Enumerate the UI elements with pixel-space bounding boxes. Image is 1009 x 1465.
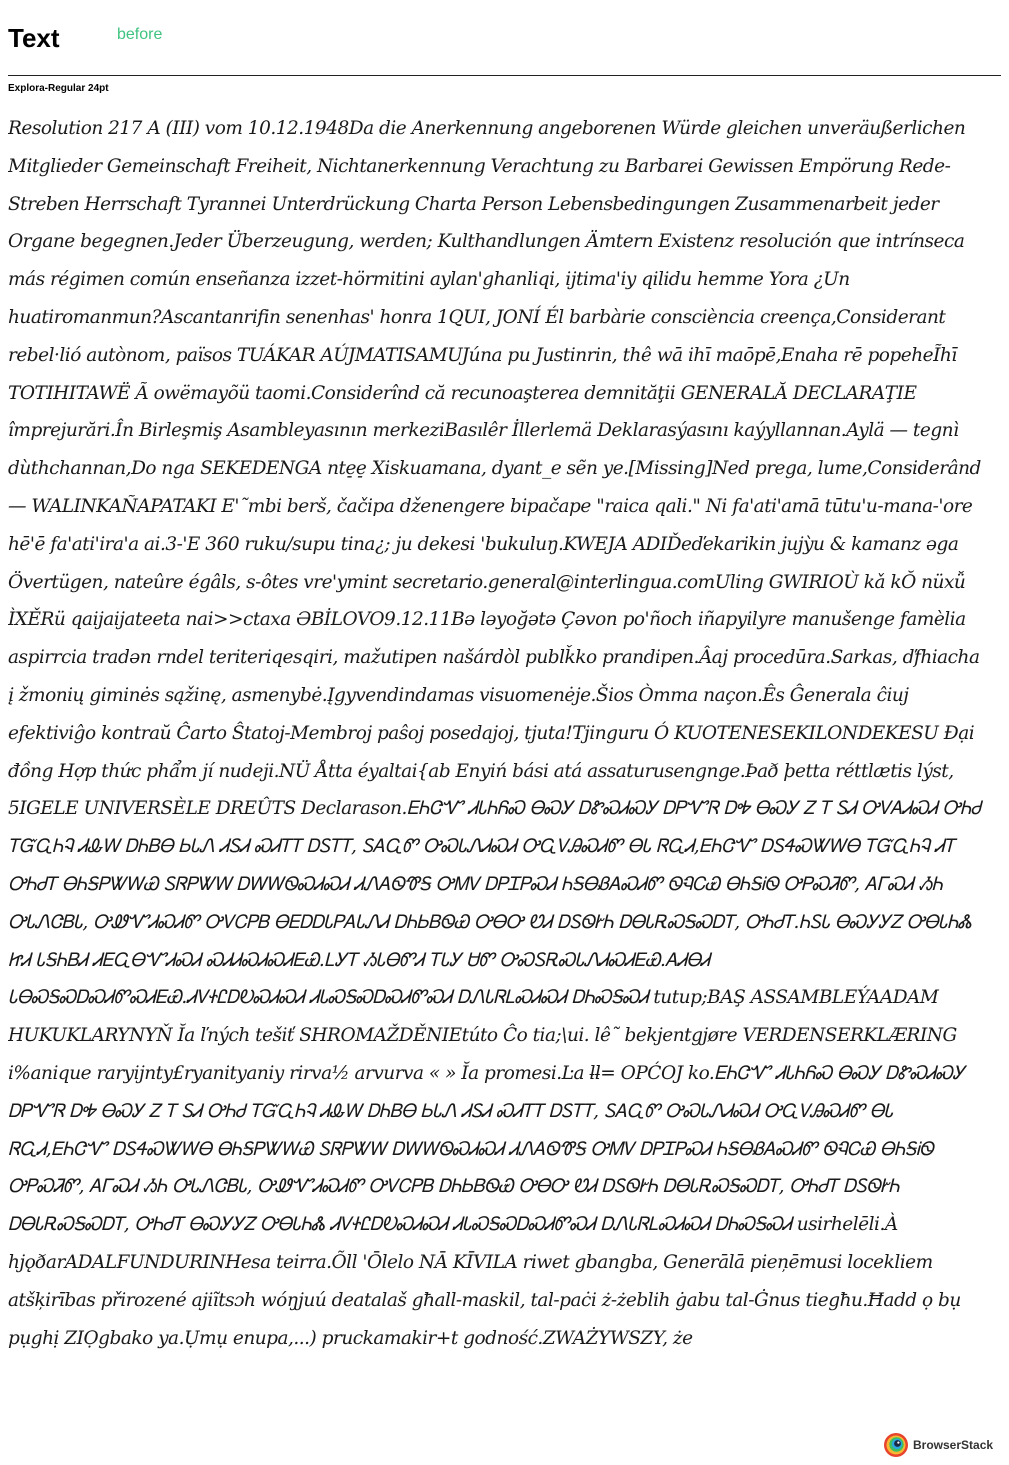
header-divider <box>8 75 1001 76</box>
page-title: Text <box>8 23 60 53</box>
browserstack-branding: BrowserStack <box>884 1432 993 1458</box>
font-specimen-text: Resolution 217 A (III) vom 10.12.1948Da … <box>8 118 981 1349</box>
browserstack-name: BrowserStack <box>913 1438 994 1452</box>
page-header: Text before <box>8 18 1001 58</box>
browserstack-logo-icon <box>884 1433 908 1457</box>
before-tag: before <box>117 26 163 43</box>
font-label: Explora-Regular 24pt <box>8 83 109 94</box>
